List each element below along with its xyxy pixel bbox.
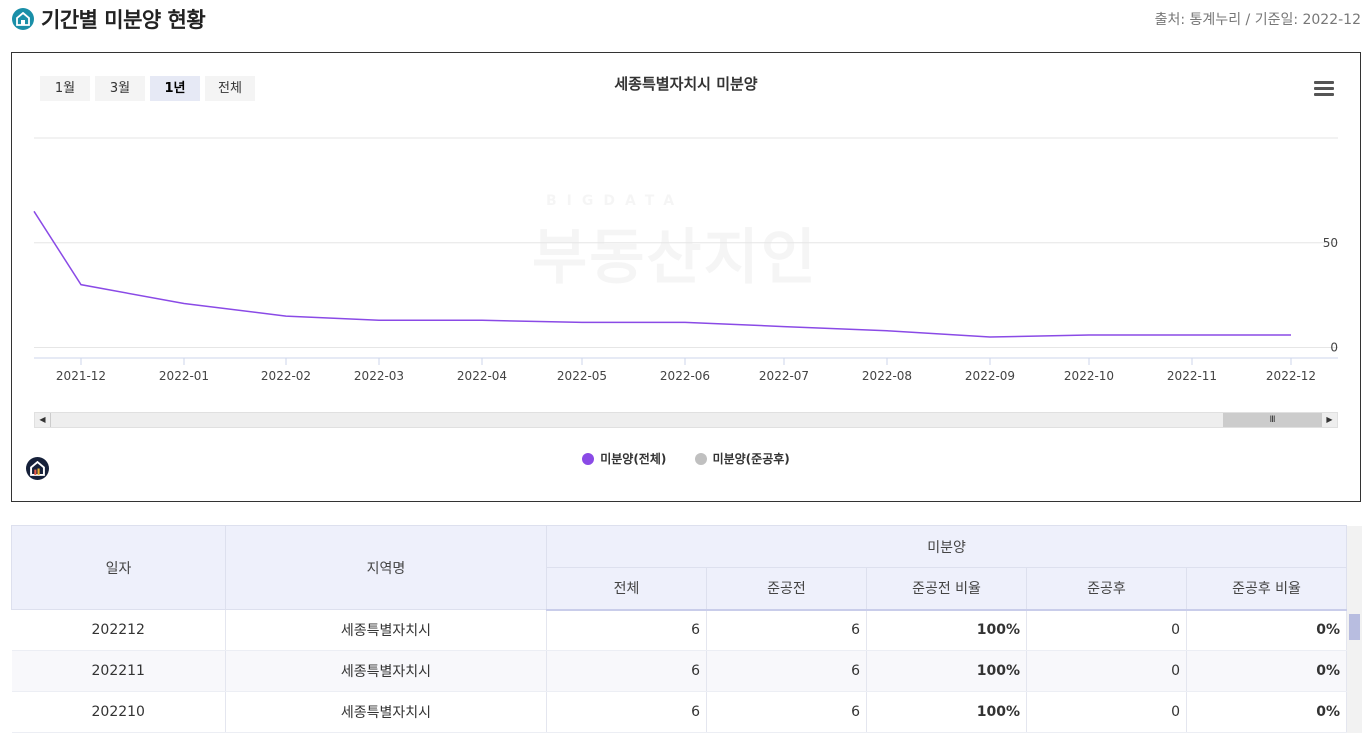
y-tick-label: 0: [1330, 341, 1338, 355]
source-info: 출처: 통계누리 / 기준일: 2022-12: [1154, 12, 1361, 28]
scroll-right-arrow-icon[interactable]: ▶: [1321, 413, 1337, 427]
chart-legend: 미분양(전체) 미분양(준공후): [12, 450, 1360, 467]
x-tick-label: 2022-03: [354, 369, 404, 383]
table-scroll-thumb[interactable]: [1349, 614, 1360, 640]
legend-label: 미분양(준공후): [712, 452, 790, 466]
cell-after: 0: [1026, 650, 1187, 692]
x-tick-label: 2022-09: [965, 369, 1015, 383]
header-group-unsold: 미분양: [545, 525, 1348, 568]
cell-after: 0: [1026, 609, 1187, 651]
x-tick-label: 2022-10: [1064, 369, 1114, 383]
x-tick-label: 2022-06: [660, 369, 710, 383]
x-tick-label: 2021-12: [56, 369, 106, 383]
cell-total: 6: [546, 609, 707, 651]
header-after[interactable]: 준공후: [1026, 567, 1187, 611]
cell-before-ratio: 100%: [866, 691, 1027, 733]
x-tick-label: 2022-05: [557, 369, 607, 383]
cell-before-ratio: 100%: [866, 609, 1027, 651]
x-tick-label: 2022-08: [862, 369, 912, 383]
chart-navigator-scrollbar[interactable]: ◀ III ▶: [34, 412, 1338, 428]
page-title: 기간별 미분양 현황: [41, 8, 206, 32]
chart-panel: 1월 3월 1년 전체 세종특별자치시 미분양 BIGDATA 부동산지인 05…: [11, 52, 1361, 502]
x-tick-label: 2022-04: [457, 369, 507, 383]
x-tick-label: 2022-02: [261, 369, 311, 383]
header-region[interactable]: 지역명: [225, 525, 547, 610]
unsold-table: 일자 지역명 미분양 전체 준공전 준공전 비율 준공후 준공후 비율 2022…: [11, 525, 1362, 733]
cell-region: 세종특별자치시: [225, 691, 547, 733]
legend-item-after[interactable]: 미분양(준공후): [694, 450, 790, 467]
legend-dot-icon: [582, 453, 595, 465]
cell-region: 세종특별자치시: [225, 650, 547, 692]
cell-before: 6: [706, 609, 867, 651]
scroll-thumb[interactable]: III: [1223, 413, 1321, 427]
cell-after-ratio: 0%: [1186, 650, 1348, 692]
cell-before-ratio: 100%: [866, 650, 1027, 692]
x-tick-label: 2022-01: [159, 369, 209, 383]
legend-label: 미분양(전체): [600, 452, 667, 466]
cell-total: 6: [546, 691, 707, 733]
cell-region: 세종특별자치시: [225, 609, 547, 651]
header-after-ratio[interactable]: 준공후 비율: [1185, 567, 1348, 611]
table-row[interactable]: 202210 세종특별자치시 6 6 100% 0 0%: [11, 691, 1362, 733]
table-row[interactable]: 202211 세종특별자치시 6 6 100% 0 0%: [11, 650, 1362, 692]
cell-total: 6: [546, 650, 707, 692]
cell-after: 0: [1026, 691, 1187, 733]
scroll-left-arrow-icon[interactable]: ◀: [35, 413, 51, 427]
cell-after-ratio: 0%: [1186, 609, 1348, 651]
table-row[interactable]: 202212 세종특별자치시 6 6 100% 0 0%: [11, 609, 1362, 651]
header-date[interactable]: 일자: [11, 525, 226, 610]
header-total[interactable]: 전체: [546, 567, 707, 611]
legend-dot-icon: [694, 453, 707, 465]
cell-date: 202212: [11, 609, 226, 651]
cell-date: 202210: [11, 691, 226, 733]
y-tick-label: 50: [1323, 236, 1338, 250]
x-tick-label: 2022-11: [1167, 369, 1217, 383]
header-before[interactable]: 준공전: [706, 567, 867, 611]
cell-date: 202211: [11, 650, 226, 692]
cell-before: 6: [706, 691, 867, 733]
legend-item-total[interactable]: 미분양(전체): [582, 450, 666, 467]
x-tick-label: 2022-12: [1266, 369, 1316, 383]
page-header: 기간별 미분양 현황 출처: 통계누리 / 기준일: 2022-12: [0, 0, 1368, 40]
cell-before: 6: [706, 650, 867, 692]
cell-after-ratio: 0%: [1186, 691, 1348, 733]
x-tick-label: 2022-07: [759, 369, 809, 383]
line-chart: 0 50 2021-12 2022-01 2022-02 2022-03 2022-04 20…: [33, 137, 1338, 383]
brand-logo-icon: [26, 457, 49, 480]
header-before-ratio[interactable]: 준공전 비율: [866, 567, 1027, 611]
series-line-total: [33, 210, 1291, 338]
home-logo-icon: [12, 8, 34, 30]
